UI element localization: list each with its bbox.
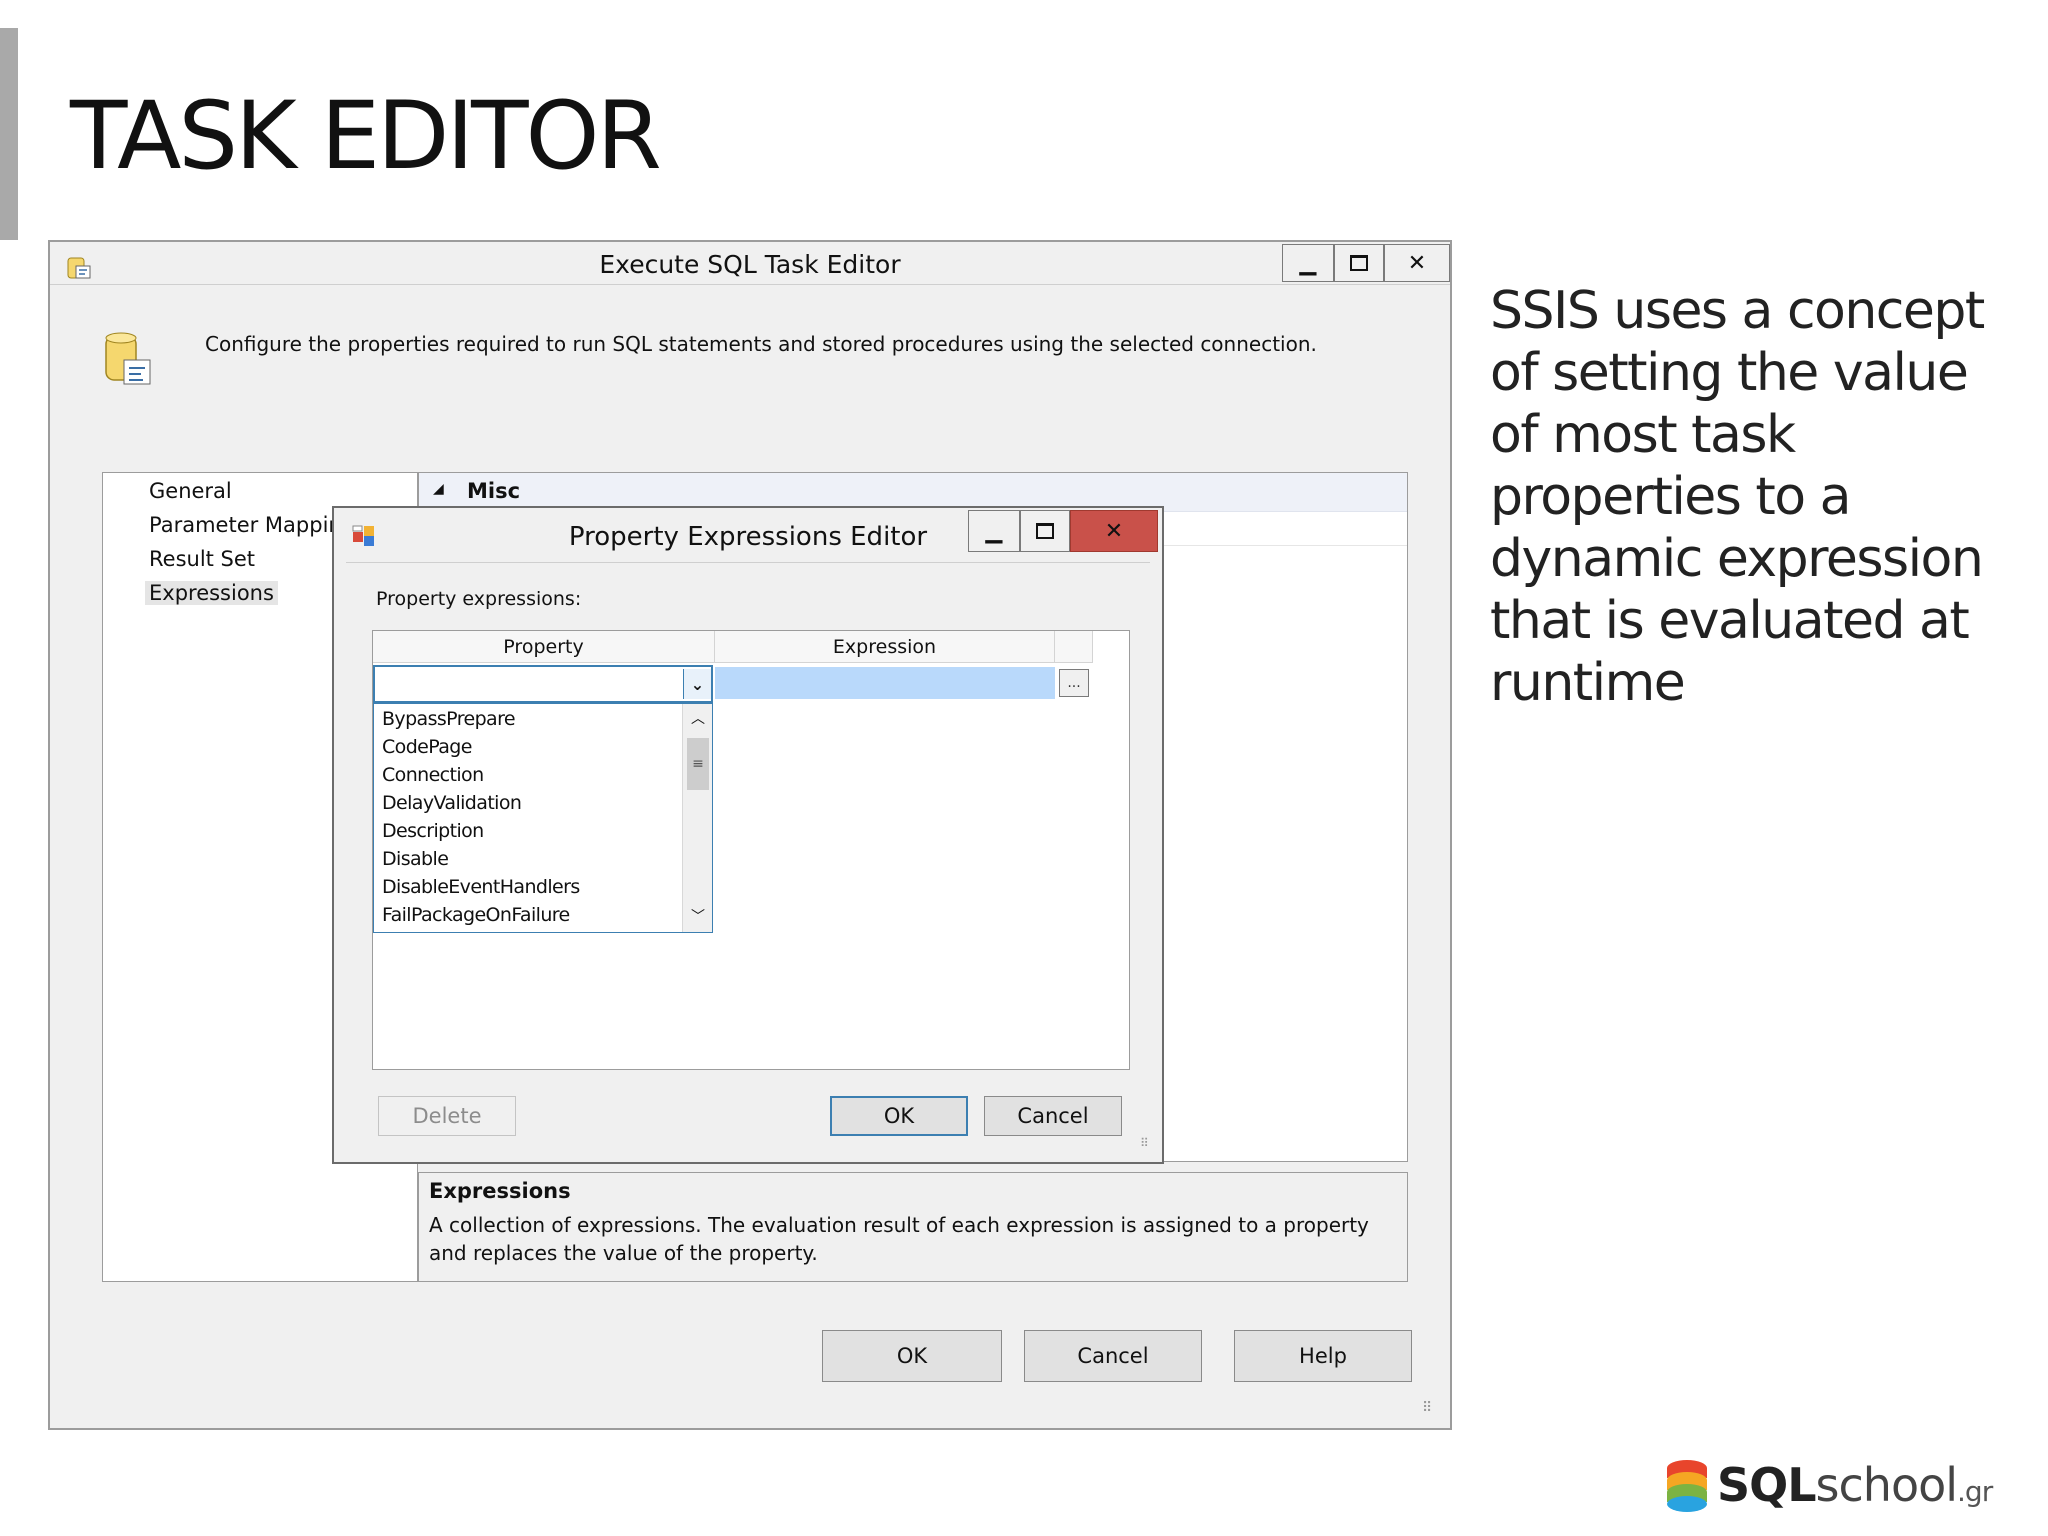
minimize-button[interactable]: ▁: [1282, 244, 1334, 282]
maximize-icon: [1350, 255, 1368, 271]
header-description: Configure the properties required to run…: [205, 332, 1317, 356]
grip-icon: ≡: [692, 756, 704, 772]
dialog-maximize-button[interactable]: [1020, 510, 1070, 552]
combobox-dropdown-button[interactable]: ⌄: [683, 669, 711, 699]
resize-grip-icon[interactable]: ⠿: [1140, 1136, 1149, 1150]
category-label: Misc: [467, 479, 521, 503]
collapse-triangle-icon[interactable]: ◢: [433, 481, 444, 497]
column-header-expression[interactable]: Expression: [715, 631, 1055, 663]
scrollbar-thumb[interactable]: ≡: [687, 738, 709, 790]
ok-button[interactable]: OK: [822, 1330, 1002, 1382]
cancel-button[interactable]: Cancel: [1024, 1330, 1202, 1382]
property-expressions-grid: Property Expression ⌄ ... BypassPrepare …: [372, 630, 1130, 1070]
property-expressions-label: Property expressions:: [376, 588, 582, 610]
sqlschool-logo: SQLschool.gr: [1665, 1458, 2035, 1518]
description-pane: Expressions A collection of expressions.…: [418, 1172, 1408, 1282]
dialog-close-button[interactable]: ✕: [1070, 510, 1158, 552]
expression-builder-button[interactable]: ...: [1059, 669, 1089, 697]
property-combobox[interactable]: ⌄: [373, 665, 713, 703]
property-dropdown-list: BypassPrepare CodePage Connection DelayV…: [373, 703, 713, 933]
dialog-ok-button[interactable]: OK: [830, 1096, 968, 1136]
minimize-icon: ▁: [1299, 250, 1317, 276]
task-header-icon: [105, 332, 151, 385]
window-title: Execute SQL Task Editor: [599, 250, 901, 279]
nav-item-parameter-mapping[interactable]: Parameter Mappin: [149, 513, 342, 537]
dropdown-option[interactable]: Connection: [382, 764, 484, 786]
dropdown-option[interactable]: Description: [382, 820, 484, 842]
database-stack-icon: [1667, 1460, 1707, 1512]
maximize-icon: [1036, 523, 1054, 539]
dropdown-option[interactable]: FailPackageOnFailure: [382, 904, 570, 926]
scroll-up-icon[interactable]: ︿: [691, 708, 705, 728]
dialog-cancel-button[interactable]: Cancel: [984, 1096, 1122, 1136]
close-icon: ✕: [1104, 518, 1124, 544]
dropdown-option[interactable]: CodePage: [382, 736, 472, 758]
dropdown-option[interactable]: DisableEventHandlers: [382, 876, 580, 898]
property-expressions-editor-dialog: Property Expressions Editor ▁ ✕ Property…: [332, 506, 1164, 1164]
column-header-property[interactable]: Property: [373, 631, 715, 663]
dropdown-option[interactable]: DelayValidation: [382, 792, 522, 814]
title-bar: Execute SQL Task Editor ▁ ✕: [50, 242, 1450, 285]
scroll-down-icon[interactable]: ﹀: [691, 906, 705, 926]
close-button[interactable]: ✕: [1384, 244, 1450, 282]
dropdown-option[interactable]: BypassPrepare: [382, 708, 516, 730]
slide-title: TASK EDITOR: [70, 82, 662, 191]
resize-grip-icon[interactable]: ⠿: [1422, 1400, 1432, 1416]
close-icon: ✕: [1407, 250, 1427, 276]
dropdown-option[interactable]: Disable: [382, 848, 449, 870]
description-text: A collection of expressions. The evaluat…: [429, 1213, 1369, 1265]
delete-button[interactable]: Delete: [378, 1096, 516, 1136]
minimize-icon: ▁: [985, 518, 1003, 544]
dropdown-scrollbar[interactable]: ︿ ≡ ﹀: [682, 704, 712, 932]
nav-item-result-set[interactable]: Result Set: [149, 547, 255, 571]
dialog-title-bar: Property Expressions Editor ▁ ✕: [334, 508, 1162, 560]
logo-wordmark: SQLschool.gr: [1717, 1458, 1993, 1512]
accent-bar: [0, 28, 18, 240]
chevron-down-icon: ⌄: [690, 674, 705, 694]
dialog-minimize-button[interactable]: ▁: [968, 510, 1020, 552]
expression-cell[interactable]: [715, 667, 1055, 699]
description-title: Expressions: [429, 1179, 571, 1203]
help-button[interactable]: Help: [1234, 1330, 1412, 1382]
nav-item-general[interactable]: General: [149, 479, 232, 503]
slide-body-text: SSIS uses a concept of setting the value…: [1490, 281, 1985, 713]
column-header-button: [1055, 631, 1093, 663]
nav-item-expressions[interactable]: Expressions: [145, 581, 278, 605]
maximize-button[interactable]: [1334, 244, 1384, 282]
